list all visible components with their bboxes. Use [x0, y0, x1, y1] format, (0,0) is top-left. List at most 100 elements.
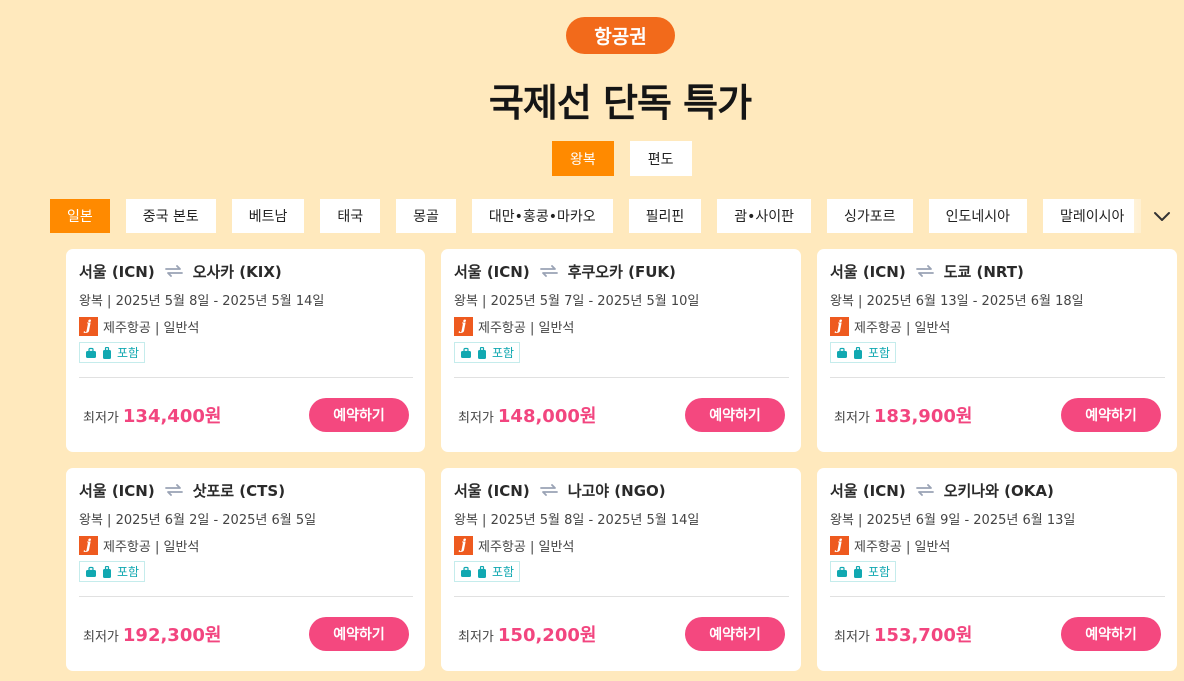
region-expand-button[interactable]	[1140, 198, 1184, 234]
trip-type-button[interactable]: 편도	[629, 141, 692, 176]
baggage-badge: 포함	[830, 561, 897, 582]
airline-label: 제주항공 | 일반석	[478, 539, 575, 555]
price-block: 최저가 153,700원	[834, 621, 972, 647]
region-tab[interactable]: 싱가포르	[827, 199, 913, 233]
airline-info: j 제주항공 | 일반석	[454, 316, 789, 336]
carry-on-bag-icon	[837, 566, 847, 577]
route: 서울 (ICN) 후쿠오카 (FUK)	[454, 261, 789, 281]
book-button[interactable]: 예약하기	[1061, 398, 1161, 432]
price-label: 최저가	[83, 630, 119, 645]
region-tab[interactable]: 필리핀	[628, 199, 702, 233]
deal-card[interactable]: 서울 (ICN) 나고야 (NGO) 왕복 | 2025년 5월 8일 - 20…	[441, 468, 801, 671]
airline-label: 제주항공 | 일반석	[103, 320, 200, 336]
airline-label: 제주항공 | 일반석	[854, 320, 951, 336]
airline-label: 제주항공 | 일반석	[478, 320, 575, 336]
baggage-badge: 포함	[830, 342, 897, 363]
baggage-badge: 포함	[79, 342, 146, 363]
checked-bag-icon	[103, 346, 111, 359]
airline-info: j 제주항공 | 일반석	[79, 535, 413, 555]
book-button[interactable]: 예약하기	[309, 617, 409, 651]
deal-card[interactable]: 서울 (ICN) 오키나와 (OKA) 왕복 | 2025년 6월 9일 - 2…	[817, 468, 1177, 671]
book-button[interactable]: 예약하기	[1061, 617, 1161, 651]
baggage-badge: 포함	[454, 342, 521, 363]
deal-card-grid: 서울 (ICN) 오사카 (KIX) 왕복 | 2025년 5월 8일 - 20…	[66, 249, 1177, 671]
carry-on-bag-icon	[86, 566, 96, 577]
price-value: 183,900원	[873, 406, 973, 427]
region-tab[interactable]: 괌•사이판	[717, 199, 812, 233]
deal-card[interactable]: 서울 (ICN) 오사카 (KIX) 왕복 | 2025년 5월 8일 - 20…	[66, 249, 425, 452]
card-divider	[454, 377, 789, 378]
jeju-air-logo-icon: j	[830, 316, 849, 336]
baggage-badge: 포함	[79, 561, 146, 582]
travel-dates: 왕복 | 2025년 6월 9일 - 2025년 6월 13일	[830, 513, 1076, 528]
deal-card[interactable]: 서울 (ICN) 후쿠오카 (FUK) 왕복 | 2025년 5월 7일 - 2…	[441, 249, 801, 452]
price-block: 최저가 134,400원	[83, 402, 221, 428]
route: 서울 (ICN) 나고야 (NGO)	[454, 480, 789, 500]
travel-dates: 왕복 | 2025년 5월 7일 - 2025년 5월 10일	[454, 294, 700, 309]
card-divider	[79, 596, 413, 597]
baggage-label: 포함	[868, 346, 891, 360]
route: 서울 (ICN) 도쿄 (NRT)	[830, 261, 1165, 281]
checked-bag-icon	[103, 565, 111, 578]
destination-label: 삿포로 (CTS)	[192, 481, 286, 500]
carry-on-bag-icon	[86, 347, 96, 358]
book-button[interactable]: 예약하기	[685, 398, 785, 432]
region-tab[interactable]: 태국	[320, 199, 381, 233]
price-block: 최저가 150,200원	[458, 621, 596, 647]
book-button[interactable]: 예약하기	[309, 398, 409, 432]
swap-arrows-icon	[164, 265, 183, 277]
region-tabs: 일본 중국 본토 베트남 태국 몽골 대만•홍콩•마카오 필리핀 괌•사이판 싱가포르 인도네시아…	[50, 199, 1184, 233]
carry-on-bag-icon	[461, 347, 471, 358]
baggage-label: 포함	[117, 565, 140, 579]
origin-label: 서울 (ICN)	[79, 481, 155, 500]
card-divider	[79, 377, 413, 378]
region-tab[interactable]: 인도네시아	[928, 199, 1027, 233]
baggage-badge: 포함	[454, 561, 521, 582]
jeju-air-logo-icon: j	[79, 535, 98, 555]
origin-label: 서울 (ICN)	[830, 481, 906, 500]
trip-type-button[interactable]: 왕복	[552, 141, 614, 176]
price-label: 최저가	[834, 411, 870, 426]
price-label: 최저가	[834, 630, 870, 645]
region-tab[interactable]: 몽골	[396, 199, 456, 233]
region-tab[interactable]: 중국 본토	[125, 199, 216, 233]
region-tab[interactable]: 일본	[50, 199, 110, 233]
book-button[interactable]: 예약하기	[685, 617, 785, 651]
route: 서울 (ICN) 오키나와 (OKA)	[830, 480, 1165, 500]
destination-label: 오사카 (KIX)	[192, 262, 282, 281]
price-block: 최저가 192,300원	[83, 621, 221, 647]
travel-dates: 왕복 | 2025년 6월 13일 - 2025년 6월 18일	[830, 294, 1084, 309]
swap-arrows-icon	[539, 265, 558, 277]
checked-bag-icon	[854, 346, 862, 359]
jeju-air-logo-icon: j	[79, 316, 98, 336]
deal-card[interactable]: 서울 (ICN) 삿포로 (CTS) 왕복 | 2025년 6월 2일 - 20…	[66, 468, 425, 671]
price-value: 153,700원	[873, 625, 973, 646]
baggage-label: 포함	[117, 346, 140, 360]
origin-label: 서울 (ICN)	[454, 262, 530, 281]
travel-dates: 왕복 | 2025년 5월 8일 - 2025년 5월 14일	[454, 513, 700, 528]
checked-bag-icon	[478, 565, 486, 578]
checked-bag-icon	[478, 346, 486, 359]
price-label: 최저가	[458, 630, 494, 645]
price-value: 134,400원	[122, 406, 222, 427]
jeju-air-logo-icon: j	[454, 535, 473, 555]
airline-info: j 제주항공 | 일반석	[79, 316, 413, 336]
jeju-air-logo-icon: j	[454, 316, 473, 336]
route: 서울 (ICN) 오사카 (KIX)	[79, 261, 413, 281]
region-tab[interactable]: 베트남	[231, 199, 305, 233]
category-badge: 항공권	[566, 17, 675, 54]
baggage-label: 포함	[492, 346, 515, 360]
airline-info: j 제주항공 | 일반석	[830, 535, 1165, 555]
travel-dates: 왕복 | 2025년 5월 8일 - 2025년 5월 14일	[79, 294, 325, 309]
airline-label: 제주항공 | 일반석	[854, 539, 951, 555]
chevron-down-icon	[1154, 212, 1170, 221]
price-block: 최저가 148,000원	[458, 402, 596, 428]
carry-on-bag-icon	[461, 566, 471, 577]
deal-card[interactable]: 서울 (ICN) 도쿄 (NRT) 왕복 | 2025년 6월 13일 - 20…	[817, 249, 1177, 452]
travel-dates: 왕복 | 2025년 6월 2일 - 2025년 6월 5일	[79, 513, 317, 528]
region-tab[interactable]: 말레이시아	[1042, 199, 1142, 233]
region-tab[interactable]: 대만•홍콩•마카오	[471, 199, 613, 233]
baggage-label: 포함	[868, 565, 891, 579]
card-divider	[454, 596, 789, 597]
destination-label: 오키나와 (OKA)	[943, 481, 1054, 500]
